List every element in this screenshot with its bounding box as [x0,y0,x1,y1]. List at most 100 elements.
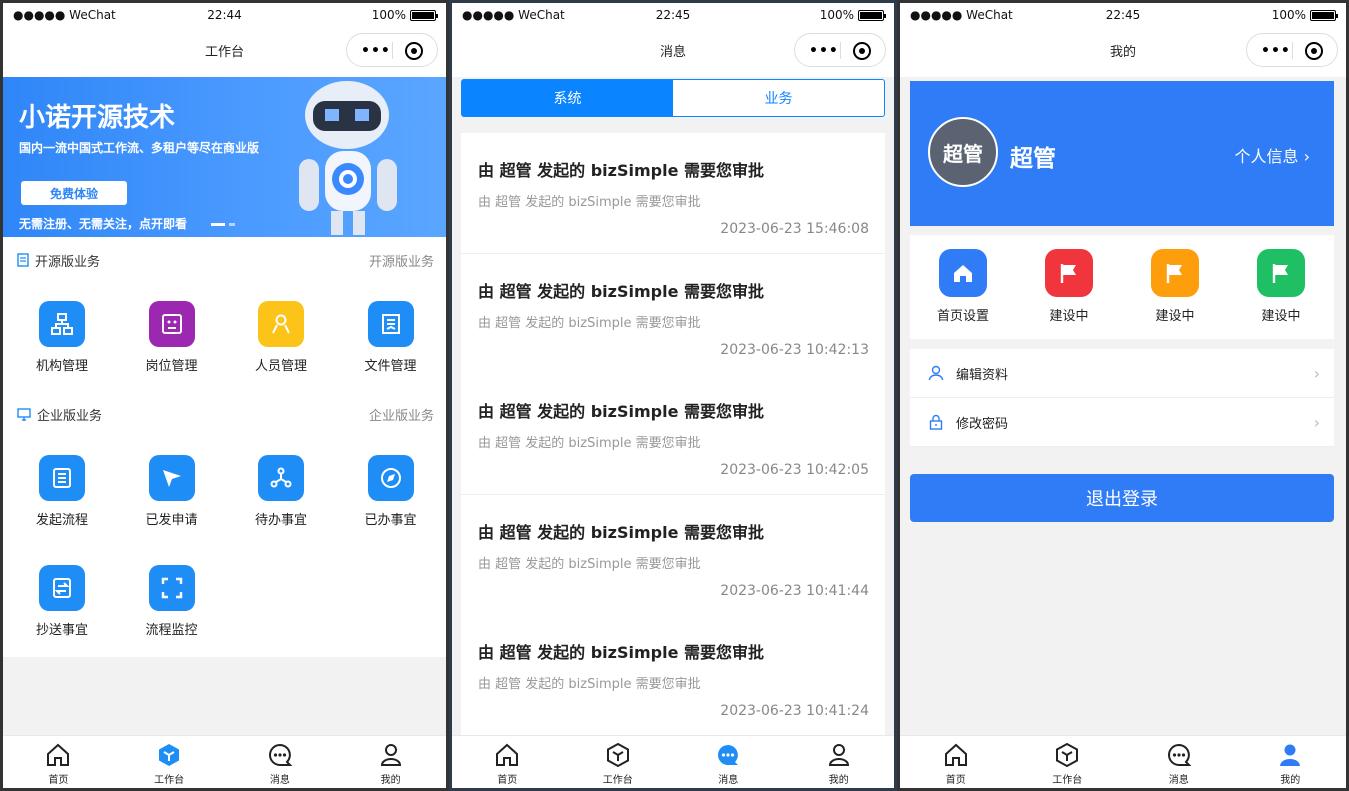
grid-item-label: 机构管理 [35,359,88,374]
message-subtitle: 由 超管 发起的 bizSimple 需要您审批 [478,436,701,451]
message-subtitle: 由 超管 发起的 bizSimple 需要您审批 [478,556,701,572]
grid-item-label: 已发申请 [145,513,198,528]
grid-item[interactable]: 已发申请 [122,455,222,528]
flag-icon [1151,249,1199,297]
grid-item[interactable]: 机构管理 [12,301,112,374]
tab-system[interactable]: 系统 [462,80,673,116]
carousel-indicator-active[interactable] [211,223,225,226]
tab-bar: 首页 工作台 消息 我的 [452,735,894,788]
message-subtitle: 由 超管 发起的 bizSimple 需要您审批 [478,195,701,210]
tab-mine[interactable]: 我的 [1235,736,1347,788]
home-outline-icon [496,743,519,766]
message-subtitle: 由 超管 发起的 bizSimple 需要您审批 [478,677,701,692]
miniprogram-capsule[interactable]: ••• [346,33,438,67]
grid-item[interactable]: 岗位管理 [122,301,222,374]
banner-subtitle: 国内一流中国式工作流、多租户等尽在商业版 [19,141,260,155]
phone-messages: ●●●●● WeChat 22:45 100% 消息 ••• 系统 业务 由 超… [449,0,897,791]
tab-workbench[interactable]: 工作台 [114,736,225,788]
quick-action-item[interactable]: 建设中 [1122,235,1228,339]
grid-item[interactable]: 文件管理 [341,301,441,374]
avatar[interactable]: 超管 [928,117,998,187]
tab-messages[interactable]: 消息 [225,736,336,788]
grid-item[interactable]: 人员管理 [231,301,331,374]
change-password-row[interactable]: 修改密码 › [910,398,1334,447]
message-type-tabs: 系统 业务 [461,79,885,117]
page-title: 我的 [1109,45,1137,60]
message-item[interactable]: 由 超管 发起的 bizSimple 需要您审批由 超管 发起的 bizSimp… [461,133,885,254]
free-trial-button[interactable]: 免费体验 [21,181,127,205]
edit-profile-row[interactable]: 编辑资料 › [910,349,1334,398]
grid-item[interactable]: 待办事宜 [231,455,331,528]
tab-mine[interactable]: 我的 [784,736,895,788]
tab-home[interactable]: 首页 [3,736,114,788]
promo-banner[interactable]: 小诺开源技术 国内一流中国式工作流、多租户等尽在商业版 免费体验 无需注册、无需… [3,77,446,237]
tab-workbench[interactable]: 工作台 [563,736,674,788]
grid-item[interactable]: 已办事宜 [341,455,441,528]
chat-filled-icon [718,745,739,765]
nav-bar: 消息 ••• [452,27,894,77]
personal-info-link[interactable]: 个人信息 › [1234,143,1310,167]
battery-icon [1310,9,1338,21]
quick-action-item[interactable]: 首页设置 [910,235,1016,339]
close-miniprogram-icon[interactable] [405,42,423,60]
lock-icon [929,414,943,430]
grid-item-label: 文件管理 [364,359,417,374]
tab-mine[interactable]: 我的 [335,736,446,788]
sent-icon [148,455,195,501]
chat-outline-icon [268,743,293,766]
tab-messages[interactable]: 消息 [673,736,784,788]
message-item[interactable]: 由 超管 发起的 bizSimple 需要您审批由 超管 发起的 bizSimp… [461,494,885,616]
message-title: 由 超管 发起的 bizSimple 需要您审批 [478,281,765,301]
grid-item[interactable]: 发起流程 [12,455,112,528]
battery-icon [410,9,438,21]
message-title: 由 超管 发起的 bizSimple 需要您审批 [478,161,765,180]
battery-level: 100% [371,8,406,22]
tab-business[interactable]: 业务 [673,80,884,116]
grid-item-label: 岗位管理 [145,359,198,374]
tab-label: 工作台 [1052,775,1083,786]
section-title: 企业版业务 [37,408,103,424]
miniprogram-capsule[interactable]: ••• [794,33,886,67]
section-more-link[interactable]: 企业版业务 [369,405,434,424]
nav-bar: 工作台 ••• [3,27,446,77]
tab-bar: 首页 工作台 消息 我的 [3,735,446,788]
section-more-link[interactable]: 开源版业务 [369,251,434,270]
grid-item[interactable]: 流程监控 [122,565,222,638]
message-item[interactable]: 由 超管 发起的 bizSimple 需要您审批由 超管 发起的 bizSimp… [461,374,885,495]
quick-action-label: 建设中 [1261,309,1301,324]
tab-workbench[interactable]: 工作台 [1012,736,1124,788]
tab-label: 首页 [497,775,518,786]
tab-messages[interactable]: 消息 [1123,736,1235,788]
battery-level: 100% [819,8,854,22]
message-item[interactable]: 由 超管 发起的 bizSimple 需要您审批由 超管 发起的 bizSimp… [461,253,885,375]
close-miniprogram-icon[interactable] [853,42,871,60]
quick-action-label: 建设中 [1049,309,1089,324]
tab-label: 首页 [945,775,966,786]
tab-home[interactable]: 首页 [452,736,563,788]
more-icon[interactable]: ••• [1261,43,1291,59]
message-date: 2023-06-23 15:46:08 [720,221,869,237]
logout-button[interactable]: 退出登录 [910,474,1334,522]
grid-item-label: 流程监控 [145,623,198,638]
grid-item[interactable]: 抄送事宜 [12,565,112,638]
flag-icon [1045,249,1093,297]
org-icon [39,301,85,347]
more-icon[interactable]: ••• [809,43,839,59]
document-icon [17,253,29,267]
cube-outline-icon [606,742,629,768]
tab-home[interactable]: 首页 [900,736,1012,788]
message-date: 2023-06-23 10:41:24 [720,703,869,719]
settings-menu: 编辑资料 › 修改密码 › [910,349,1334,447]
carousel-indicator[interactable] [229,223,235,226]
message-item[interactable]: 由 超管 发起的 bizSimple 需要您审批由 超管 发起的 bizSimp… [461,615,885,736]
grid-item-label: 人员管理 [254,359,307,374]
monitor-small-icon [17,408,31,421]
close-miniprogram-icon[interactable] [1305,42,1323,60]
miniprogram-capsule[interactable]: ••• [1246,33,1338,67]
tab-label: 消息 [718,775,739,786]
clock: 22:44 [207,8,242,22]
quick-action-item[interactable]: 建设中 [1016,235,1122,339]
tab-label: 我的 [1280,775,1301,786]
more-icon[interactable]: ••• [361,43,391,59]
quick-action-item[interactable]: 建设中 [1228,235,1334,339]
